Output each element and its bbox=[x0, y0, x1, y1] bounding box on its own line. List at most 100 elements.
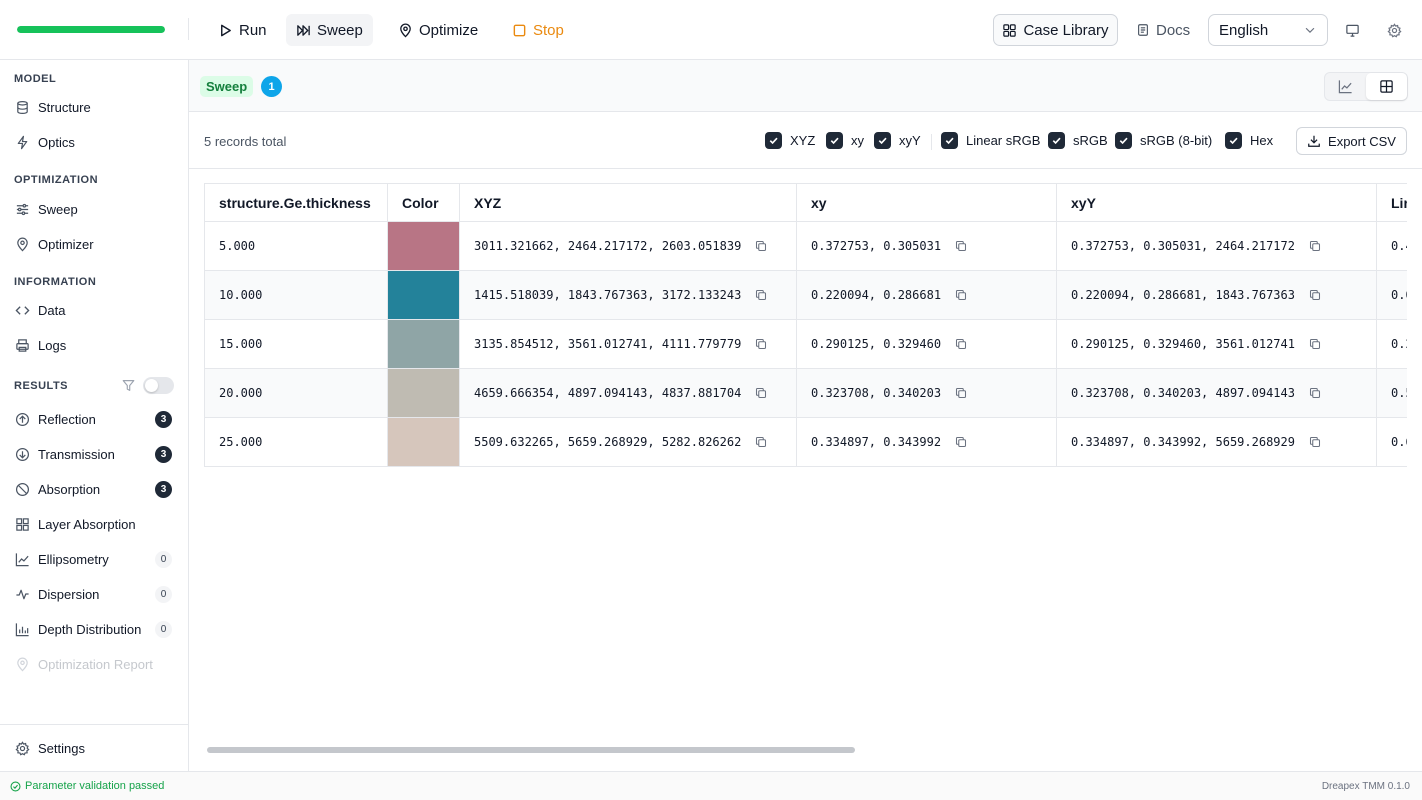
sidebar-item-ellipsometry[interactable]: Ellipsometry 0 bbox=[8, 544, 180, 574]
bar-chart-icon bbox=[15, 622, 29, 636]
code-icon bbox=[15, 305, 30, 315]
copy-icon[interactable] bbox=[955, 338, 967, 350]
optimize-button[interactable]: Optimize bbox=[388, 14, 488, 46]
cell-linear-srgb: 0.5 bbox=[1376, 368, 1407, 418]
document-icon bbox=[1138, 24, 1148, 36]
sidebar-item-optimizer[interactable]: Optimizer bbox=[8, 229, 180, 259]
table-row: 10.000 1415.518039, 1843.767363, 3172.133… bbox=[204, 270, 1407, 320]
stop-square-icon bbox=[513, 24, 526, 36]
checkbox-xyy[interactable]: xyY bbox=[874, 132, 921, 149]
column-header[interactable]: Color bbox=[387, 183, 460, 222]
filter-icon[interactable] bbox=[122, 379, 135, 392]
column-header[interactable]: Lir bbox=[1376, 183, 1407, 222]
copy-icon[interactable] bbox=[755, 289, 767, 301]
check-circle-icon bbox=[10, 780, 21, 792]
cell-xyy: 0.372753, 0.305031, 2464.217172 bbox=[1056, 221, 1377, 271]
sidebar-item-reflection[interactable]: Reflection 3 bbox=[8, 404, 180, 434]
arrow-up-circle-icon bbox=[15, 412, 30, 426]
cell-linear-srgb: 0.6 bbox=[1376, 417, 1407, 467]
line-chart-icon bbox=[1338, 80, 1352, 94]
checkbox-xyz[interactable]: XYZ bbox=[765, 132, 815, 149]
cell-color bbox=[387, 417, 460, 467]
sidebar-item-depth-distribution[interactable]: Depth Distribution 0 bbox=[8, 614, 180, 644]
cell-xy: 0.334897, 0.343992 bbox=[796, 417, 1057, 467]
run-button[interactable]: Run bbox=[208, 14, 277, 46]
sidebar-item-dispersion[interactable]: Dispersion 0 bbox=[8, 579, 180, 609]
tab-sweep[interactable]: Sweep bbox=[200, 76, 254, 97]
map-pin-icon bbox=[400, 23, 411, 38]
cell-xyz: 3135.854512, 3561.012741, 4111.779779 bbox=[459, 319, 797, 369]
view-toggle bbox=[1324, 72, 1408, 101]
column-header[interactable]: xy bbox=[796, 183, 1057, 222]
cell-color bbox=[387, 270, 460, 320]
sidebar-item-settings[interactable]: Settings bbox=[8, 733, 180, 763]
sidebar-item-logs[interactable]: Logs bbox=[8, 330, 180, 360]
copy-icon[interactable] bbox=[755, 387, 767, 399]
ban-icon bbox=[15, 482, 30, 496]
copy-icon[interactable] bbox=[1309, 436, 1321, 448]
chart-view-button[interactable] bbox=[1325, 73, 1366, 100]
layout-icon bbox=[16, 517, 29, 531]
copy-icon[interactable] bbox=[755, 240, 767, 252]
cell-linear-srgb: 0.2 bbox=[1376, 319, 1407, 369]
cell-thickness: 20.000 bbox=[204, 368, 388, 418]
copy-icon[interactable] bbox=[1309, 289, 1321, 301]
sweep-button[interactable]: Sweep bbox=[286, 14, 373, 46]
language-select[interactable]: English bbox=[1208, 14, 1328, 46]
docs-link[interactable]: Docs bbox=[1130, 14, 1196, 46]
copy-icon[interactable] bbox=[1309, 240, 1321, 252]
count-badge: 0 bbox=[155, 551, 172, 568]
gear-icon[interactable] bbox=[1383, 19, 1405, 41]
sidebar-item-layer-absorption[interactable]: Layer Absorption bbox=[8, 509, 180, 539]
table-row: 15.000 3135.854512, 3561.012741, 4111.779… bbox=[204, 319, 1407, 369]
results-table-container: structure.Ge.thickness Color XYZ xy xyY … bbox=[204, 183, 1407, 469]
section-title-model: MODEL bbox=[14, 73, 57, 85]
column-header[interactable]: structure.Ge.thickness bbox=[204, 183, 388, 222]
gear-icon bbox=[15, 740, 30, 756]
cell-thickness: 25.000 bbox=[204, 417, 388, 467]
top-toolbar: Run Sweep Optimize Stop Case Library Doc… bbox=[0, 0, 1422, 60]
copy-icon[interactable] bbox=[955, 289, 967, 301]
checkbox-hex[interactable]: Hex bbox=[1225, 132, 1273, 149]
copy-icon[interactable] bbox=[755, 338, 767, 350]
cell-xyy: 0.334897, 0.343992, 5659.268929 bbox=[1056, 417, 1377, 467]
chevron-down-icon bbox=[1305, 27, 1315, 34]
checkbox-srgb[interactable]: sRGB bbox=[1048, 132, 1108, 149]
cell-linear-srgb: 0.4 bbox=[1376, 221, 1407, 271]
monitor-icon[interactable] bbox=[1341, 19, 1363, 41]
count-badge: 0 bbox=[155, 586, 172, 603]
cell-xy: 0.372753, 0.305031 bbox=[796, 221, 1057, 271]
checkbox-srgb-8bit[interactable]: sRGB (8-bit) bbox=[1115, 132, 1212, 149]
check-icon bbox=[1115, 132, 1132, 149]
copy-icon[interactable] bbox=[1309, 387, 1321, 399]
column-header[interactable]: xyY bbox=[1056, 183, 1377, 222]
copy-icon[interactable] bbox=[955, 240, 967, 252]
copy-icon[interactable] bbox=[955, 387, 967, 399]
cell-xyz: 3011.321662, 2464.217172, 2603.051839 bbox=[459, 221, 797, 271]
table-view-button[interactable] bbox=[1366, 73, 1407, 100]
sidebar-item-transmission[interactable]: Transmission 3 bbox=[8, 439, 180, 469]
stop-button[interactable]: Stop bbox=[502, 14, 574, 46]
export-csv-button[interactable]: Export CSV bbox=[1296, 127, 1407, 155]
check-icon bbox=[765, 132, 782, 149]
checkbox-linear-srgb[interactable]: Linear sRGB bbox=[941, 132, 1040, 149]
activity-icon bbox=[16, 589, 29, 599]
results-table: structure.Ge.thickness Color XYZ xy xyY … bbox=[204, 183, 1407, 467]
sidebar-item-optics[interactable]: Optics bbox=[8, 127, 180, 157]
count-badge: 3 bbox=[155, 446, 172, 463]
column-header[interactable]: XYZ bbox=[459, 183, 797, 222]
horizontal-scrollbar[interactable] bbox=[207, 747, 855, 753]
case-library-button[interactable]: Case Library bbox=[993, 14, 1118, 46]
sidebar-item-absorption[interactable]: Absorption 3 bbox=[8, 474, 180, 504]
results-filter-toggle[interactable] bbox=[143, 377, 174, 394]
sidebar-item-structure[interactable]: Structure bbox=[8, 92, 180, 122]
copy-icon[interactable] bbox=[755, 436, 767, 448]
sidebar-item-sweep[interactable]: Sweep bbox=[8, 194, 180, 224]
cell-xyz: 5509.632265, 5659.268929, 5282.826262 bbox=[459, 417, 797, 467]
copy-icon[interactable] bbox=[955, 436, 967, 448]
sidebar-item-data[interactable]: Data bbox=[8, 295, 180, 325]
check-icon bbox=[1225, 132, 1242, 149]
color-swatch bbox=[388, 320, 459, 368]
copy-icon[interactable] bbox=[1309, 338, 1321, 350]
checkbox-xy[interactable]: xy bbox=[826, 132, 864, 149]
